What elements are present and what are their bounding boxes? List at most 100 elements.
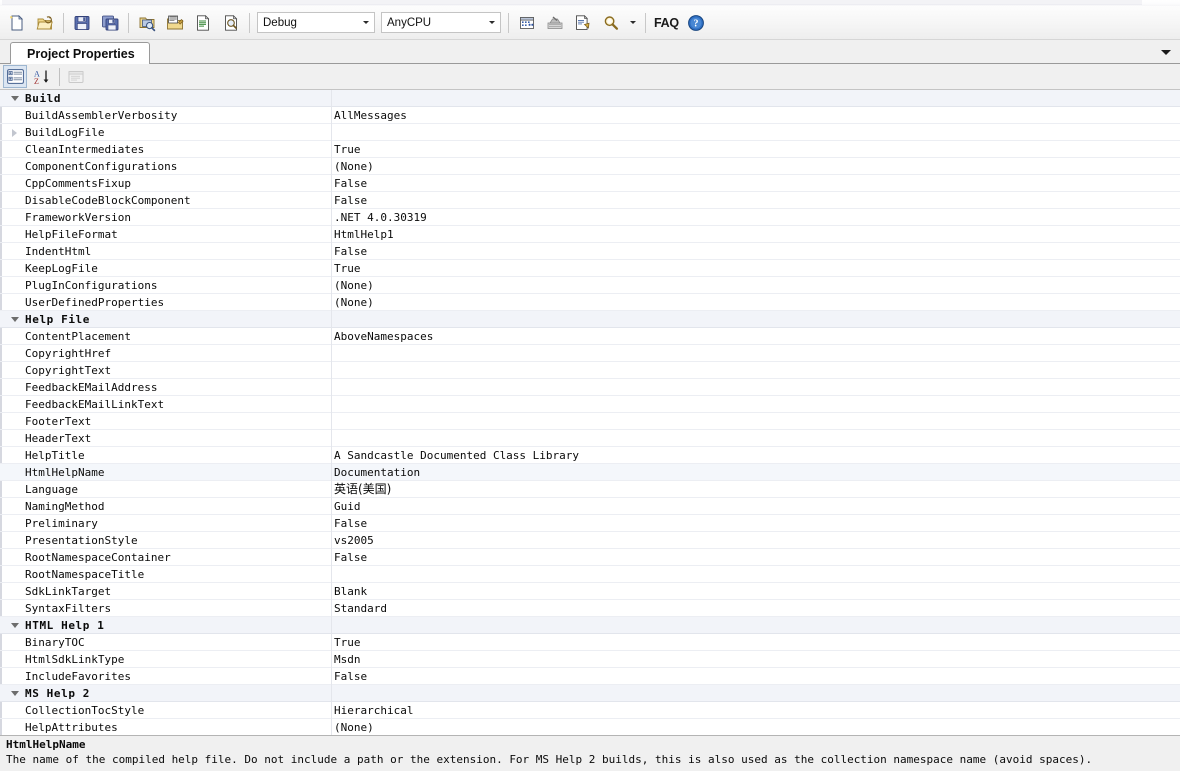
grid-property-row[interactable]: HelpTitle A Sandcastle Documented Class L…	[0, 447, 1180, 464]
property-value[interactable]: (None)	[334, 277, 1176, 294]
property-value[interactable]: AboveNamespaces	[334, 328, 1176, 345]
property-value[interactable]: Guid	[334, 498, 1176, 515]
grid-property-row[interactable]: RootNamespaceContainer False	[0, 549, 1180, 566]
new-project-icon[interactable]	[4, 10, 30, 36]
grid-property-row[interactable]: IndentHtml False	[0, 243, 1180, 260]
grid-property-row[interactable]: RootNamespaceTitle	[0, 566, 1180, 583]
grid-property-row[interactable]: FeedbackEMailAddress	[0, 379, 1180, 396]
grid-property-row[interactable]: DisableCodeBlockComponent False	[0, 192, 1180, 209]
alphabetical-view-button[interactable]: A Z	[29, 65, 53, 88]
search-icon[interactable]	[598, 10, 624, 36]
property-value[interactable]: Documentation	[334, 464, 1176, 481]
configuration-combo[interactable]: Debug	[257, 12, 375, 33]
grid-property-row[interactable]: IncludeFavorites False	[0, 668, 1180, 685]
property-value[interactable]: Msdn	[334, 651, 1176, 668]
open-project-icon[interactable]	[32, 10, 58, 36]
search-dropdown-arrow[interactable]	[626, 10, 640, 36]
grid-category-row[interactable]: MS Help 2	[0, 685, 1180, 702]
preview-icon[interactable]	[134, 10, 160, 36]
property-value[interactable]: False	[334, 175, 1176, 192]
property-value[interactable]: False	[334, 192, 1176, 209]
faq-button[interactable]: FAQ	[654, 16, 679, 30]
build-icon[interactable]	[514, 10, 540, 36]
property-value[interactable]: False	[334, 668, 1176, 685]
property-value[interactable]	[334, 362, 1176, 379]
document-icon[interactable]	[190, 10, 216, 36]
property-value[interactable]	[334, 379, 1176, 396]
grid-property-row[interactable]: HeaderText	[0, 430, 1180, 447]
save-icon[interactable]	[69, 10, 95, 36]
grid-property-row[interactable]: ContentPlacement AboveNamespaces	[0, 328, 1180, 345]
chevron-down-icon[interactable]	[358, 21, 374, 24]
property-value[interactable]: Blank	[334, 583, 1176, 600]
grid-property-row[interactable]: PresentationStyle vs2005	[0, 532, 1180, 549]
grid-property-row[interactable]: BuildAssemblerVerbosity AllMessages	[0, 107, 1180, 124]
property-value[interactable]: .NET 4.0.30319	[334, 209, 1176, 226]
property-value[interactable]: False	[334, 243, 1176, 260]
grid-property-row[interactable]: SdkLinkTarget Blank	[0, 583, 1180, 600]
platform-combo[interactable]: AnyCPU	[381, 12, 501, 33]
grid-category-row[interactable]: HTML Help 1	[0, 617, 1180, 634]
collapse-triangle-icon[interactable]	[8, 90, 21, 107]
property-value[interactable]: AllMessages	[334, 107, 1176, 124]
property-value[interactable]: (None)	[334, 294, 1176, 311]
property-value[interactable]: vs2005	[334, 532, 1176, 549]
property-value[interactable]: (None)	[334, 719, 1176, 735]
grid-property-row[interactable]: BinaryTOC True	[0, 634, 1180, 651]
grid-property-row[interactable]: CleanIntermediates True	[0, 141, 1180, 158]
collapse-triangle-icon[interactable]	[8, 685, 21, 702]
edit-properties-icon[interactable]	[162, 10, 188, 36]
grid-property-row[interactable]: CopyrightHref	[0, 345, 1180, 362]
grid-property-row[interactable]: Preliminary False	[0, 515, 1180, 532]
help-circle-icon[interactable]: ?	[683, 10, 709, 36]
property-value[interactable]: (None)	[334, 158, 1176, 175]
cancel-build-icon[interactable]	[542, 10, 568, 36]
property-value[interactable]: A Sandcastle Documented Class Library	[334, 447, 1176, 464]
grid-property-row[interactable]: HelpFileFormat HtmlHelp1	[0, 226, 1180, 243]
expand-triangle-icon[interactable]	[8, 124, 21, 141]
property-value[interactable]: True	[334, 260, 1176, 277]
grid-property-row[interactable]: HtmlSdkLinkType Msdn	[0, 651, 1180, 668]
grid-property-row[interactable]: FrameworkVersion .NET 4.0.30319	[0, 209, 1180, 226]
property-value[interactable]: True	[334, 634, 1176, 651]
grid-property-row[interactable]: PlugInConfigurations (None)	[0, 277, 1180, 294]
property-value[interactable]	[334, 413, 1176, 430]
grid-property-row[interactable]: CollectionTocStyle Hierarchical	[0, 702, 1180, 719]
grid-property-row[interactable]: SyntaxFilters Standard	[0, 600, 1180, 617]
grid-property-row[interactable]: FooterText	[0, 413, 1180, 430]
property-value[interactable]: False	[334, 549, 1176, 566]
collapse-triangle-icon[interactable]	[8, 311, 21, 328]
grid-property-row[interactable]: CopyrightText	[0, 362, 1180, 379]
property-value[interactable]: 英语(美国)	[334, 481, 1176, 498]
property-value[interactable]: Standard	[334, 600, 1176, 617]
chevron-down-icon[interactable]	[484, 21, 500, 24]
property-value[interactable]: False	[334, 515, 1176, 532]
grid-property-row[interactable]: CppCommentsFixup False	[0, 175, 1180, 192]
property-value[interactable]	[334, 396, 1176, 413]
property-value[interactable]	[334, 430, 1176, 447]
grid-property-row[interactable]: HtmlHelpName Documentation	[0, 464, 1180, 481]
property-value[interactable]: HtmlHelp1	[334, 226, 1176, 243]
property-value[interactable]	[334, 345, 1176, 362]
grid-property-row[interactable]: KeepLogFile True	[0, 260, 1180, 277]
categorized-view-button[interactable]	[3, 65, 27, 88]
grid-property-row[interactable]: UserDefinedProperties (None)	[0, 294, 1180, 311]
property-value[interactable]	[334, 124, 1176, 141]
property-grid[interactable]: Build BuildAssemblerVerbosity AllMessages B…	[0, 90, 1180, 735]
grid-column-splitter[interactable]	[331, 90, 332, 735]
save-all-icon[interactable]	[97, 10, 123, 36]
property-value[interactable]: True	[334, 141, 1176, 158]
property-value[interactable]	[334, 566, 1176, 583]
grid-property-row[interactable]: FeedbackEMailLinkText	[0, 396, 1180, 413]
property-pages-button[interactable]	[64, 65, 88, 88]
chevron-down-icon[interactable]	[1158, 44, 1174, 60]
grid-property-row[interactable]: HelpAttributes (None)	[0, 719, 1180, 735]
grid-property-row[interactable]: NamingMethod Guid	[0, 498, 1180, 515]
grid-property-row[interactable]: Language 英语(美国)	[0, 481, 1180, 498]
grid-category-row[interactable]: Help File	[0, 311, 1180, 328]
grid-property-row[interactable]: BuildLogFile	[0, 124, 1180, 141]
view-help-file-icon[interactable]	[570, 10, 596, 36]
find-in-document-icon[interactable]	[218, 10, 244, 36]
grid-category-row[interactable]: Build	[0, 90, 1180, 107]
grid-property-row[interactable]: ComponentConfigurations (None)	[0, 158, 1180, 175]
